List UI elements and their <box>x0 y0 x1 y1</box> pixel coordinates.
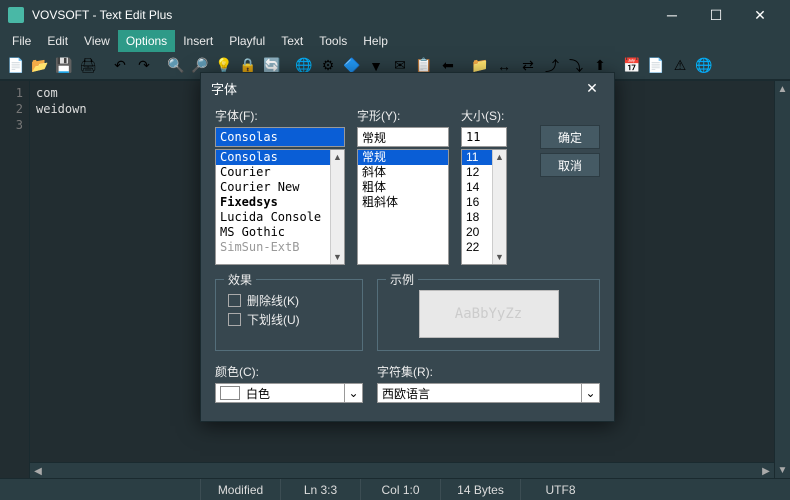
minimize-button[interactable]: ─ <box>650 0 694 30</box>
line-number: 2 <box>0 101 23 117</box>
status-line: Ln 3:3 <box>280 479 360 500</box>
status-column: Col 1:0 <box>360 479 440 500</box>
script-label: 字符集(R): <box>377 363 600 380</box>
checkbox-icon <box>228 313 241 326</box>
scroll-right-icon[interactable]: ▶ <box>758 463 774 479</box>
toolbar-button[interactable]: ↷ <box>134 56 154 76</box>
dialog-titlebar[interactable]: 字体 ✕ <box>201 73 614 103</box>
script-select[interactable]: 西欧语言 ⌄ <box>377 383 600 403</box>
menu-tools[interactable]: Tools <box>311 30 355 52</box>
size-input[interactable]: 11 <box>461 127 507 147</box>
toolbar-button[interactable]: 📅 <box>622 56 642 76</box>
chevron-down-icon[interactable]: ⌄ <box>581 384 599 402</box>
toolbar-button[interactable]: ⚠ <box>670 56 690 76</box>
line-number: 1 <box>0 85 23 101</box>
maximize-button[interactable]: ☐ <box>694 0 738 30</box>
status-spacer <box>0 479 200 500</box>
color-select[interactable]: 白色 ⌄ <box>215 383 363 403</box>
ok-button[interactable]: 确定 <box>540 125 600 149</box>
checkbox-icon <box>228 294 241 307</box>
dialog-title: 字体 <box>211 79 237 98</box>
color-swatch <box>220 386 240 400</box>
list-item[interactable]: 粗斜体 <box>358 195 448 210</box>
font-label: 字体(F): <box>215 107 345 124</box>
size-label: 大小(S): <box>461 107 507 124</box>
list-item[interactable]: 粗体 <box>358 180 448 195</box>
color-label: 颜色(C): <box>215 363 363 380</box>
size-listbox[interactable]: 11121416182022▲▼ <box>461 149 507 265</box>
menu-edit[interactable]: Edit <box>39 30 76 52</box>
menu-text[interactable]: Text <box>273 30 311 52</box>
toolbar-button[interactable]: 💾 <box>54 56 74 76</box>
menu-view[interactable]: View <box>76 30 118 52</box>
status-size: 14 Bytes <box>440 479 520 500</box>
style-label: 字形(Y): <box>357 107 449 124</box>
status-encoding: UTF8 <box>520 479 600 500</box>
list-item[interactable]: MS Gothic <box>216 225 344 240</box>
list-item[interactable]: 常规 <box>358 150 448 165</box>
menu-playful[interactable]: Playful <box>221 30 273 52</box>
effects-group: 效果 删除线(K) 下划线(U) <box>215 279 363 351</box>
list-item[interactable]: Consolas <box>216 150 344 165</box>
underline-checkbox[interactable]: 下划线(U) <box>228 311 350 328</box>
app-icon <box>8 7 24 23</box>
status-modified: Modified <box>200 479 280 500</box>
list-item[interactable]: 斜体 <box>358 165 448 180</box>
menu-file[interactable]: File <box>4 30 39 52</box>
toolbar-button[interactable]: 📂 <box>30 56 50 76</box>
vertical-scrollbar[interactable]: ▲ ▼ <box>774 81 790 478</box>
statusbar: Modified Ln 3:3 Col 1:0 14 Bytes UTF8 <box>0 478 790 500</box>
menu-options[interactable]: Options <box>118 30 175 52</box>
toolbar-button[interactable]: ↶ <box>110 56 130 76</box>
chevron-down-icon[interactable]: ▼ <box>331 250 344 264</box>
sample-preview: AaBbYyZz <box>419 290 559 338</box>
sample-legend: 示例 <box>386 271 418 288</box>
list-item[interactable]: SimSun-ExtB <box>216 240 344 255</box>
list-item[interactable]: Courier New <box>216 180 344 195</box>
scroll-up-icon[interactable]: ▲ <box>775 81 790 97</box>
titlebar[interactable]: VOVSOFT - Text Edit Plus ─ ☐ ✕ <box>0 0 790 30</box>
close-button[interactable]: ✕ <box>738 0 782 30</box>
list-item[interactable]: Fixedsys <box>216 195 344 210</box>
chevron-down-icon[interactable]: ⌄ <box>344 384 362 402</box>
sample-group: 示例 AaBbYyZz <box>377 279 600 351</box>
strikethrough-checkbox[interactable]: 删除线(K) <box>228 292 350 309</box>
chevron-up-icon[interactable]: ▲ <box>493 150 506 164</box>
font-dialog: 字体 ✕ 字体(F): Consolas ConsolasCourierCour… <box>200 72 615 422</box>
toolbar-button[interactable]: 📄 <box>646 56 666 76</box>
toolbar-button[interactable]: 🌐 <box>694 56 714 76</box>
list-item[interactable]: Courier <box>216 165 344 180</box>
line-number: 3 <box>0 117 23 133</box>
menu-help[interactable]: Help <box>355 30 396 52</box>
effects-legend: 效果 <box>224 271 256 288</box>
menubar: FileEditViewOptionsInsertPlayfulTextTool… <box>0 30 790 52</box>
scroll-down-icon[interactable]: ▼ <box>775 462 790 478</box>
font-input[interactable]: Consolas <box>215 127 345 147</box>
cancel-button[interactable]: 取消 <box>540 153 600 177</box>
toolbar-button[interactable]: 🖨 <box>78 56 98 76</box>
line-gutter: 123 <box>0 81 30 478</box>
toolbar-button[interactable]: 🔍 <box>166 56 186 76</box>
dialog-close-button[interactable]: ✕ <box>580 76 604 100</box>
horizontal-scrollbar[interactable]: ◀ ▶ <box>30 462 774 478</box>
menu-insert[interactable]: Insert <box>175 30 221 52</box>
list-item[interactable]: Lucida Console <box>216 210 344 225</box>
chevron-down-icon[interactable]: ▼ <box>493 250 506 264</box>
style-input[interactable]: 常规 <box>357 127 449 147</box>
window-title: VOVSOFT - Text Edit Plus <box>32 8 650 22</box>
style-listbox[interactable]: 常规斜体粗体粗斜体 <box>357 149 449 265</box>
font-listbox[interactable]: ConsolasCourierCourier NewFixedsysLucida… <box>215 149 345 265</box>
chevron-up-icon[interactable]: ▲ <box>331 150 344 164</box>
scroll-left-icon[interactable]: ◀ <box>30 464 46 480</box>
toolbar-button[interactable]: 📄 <box>6 56 26 76</box>
